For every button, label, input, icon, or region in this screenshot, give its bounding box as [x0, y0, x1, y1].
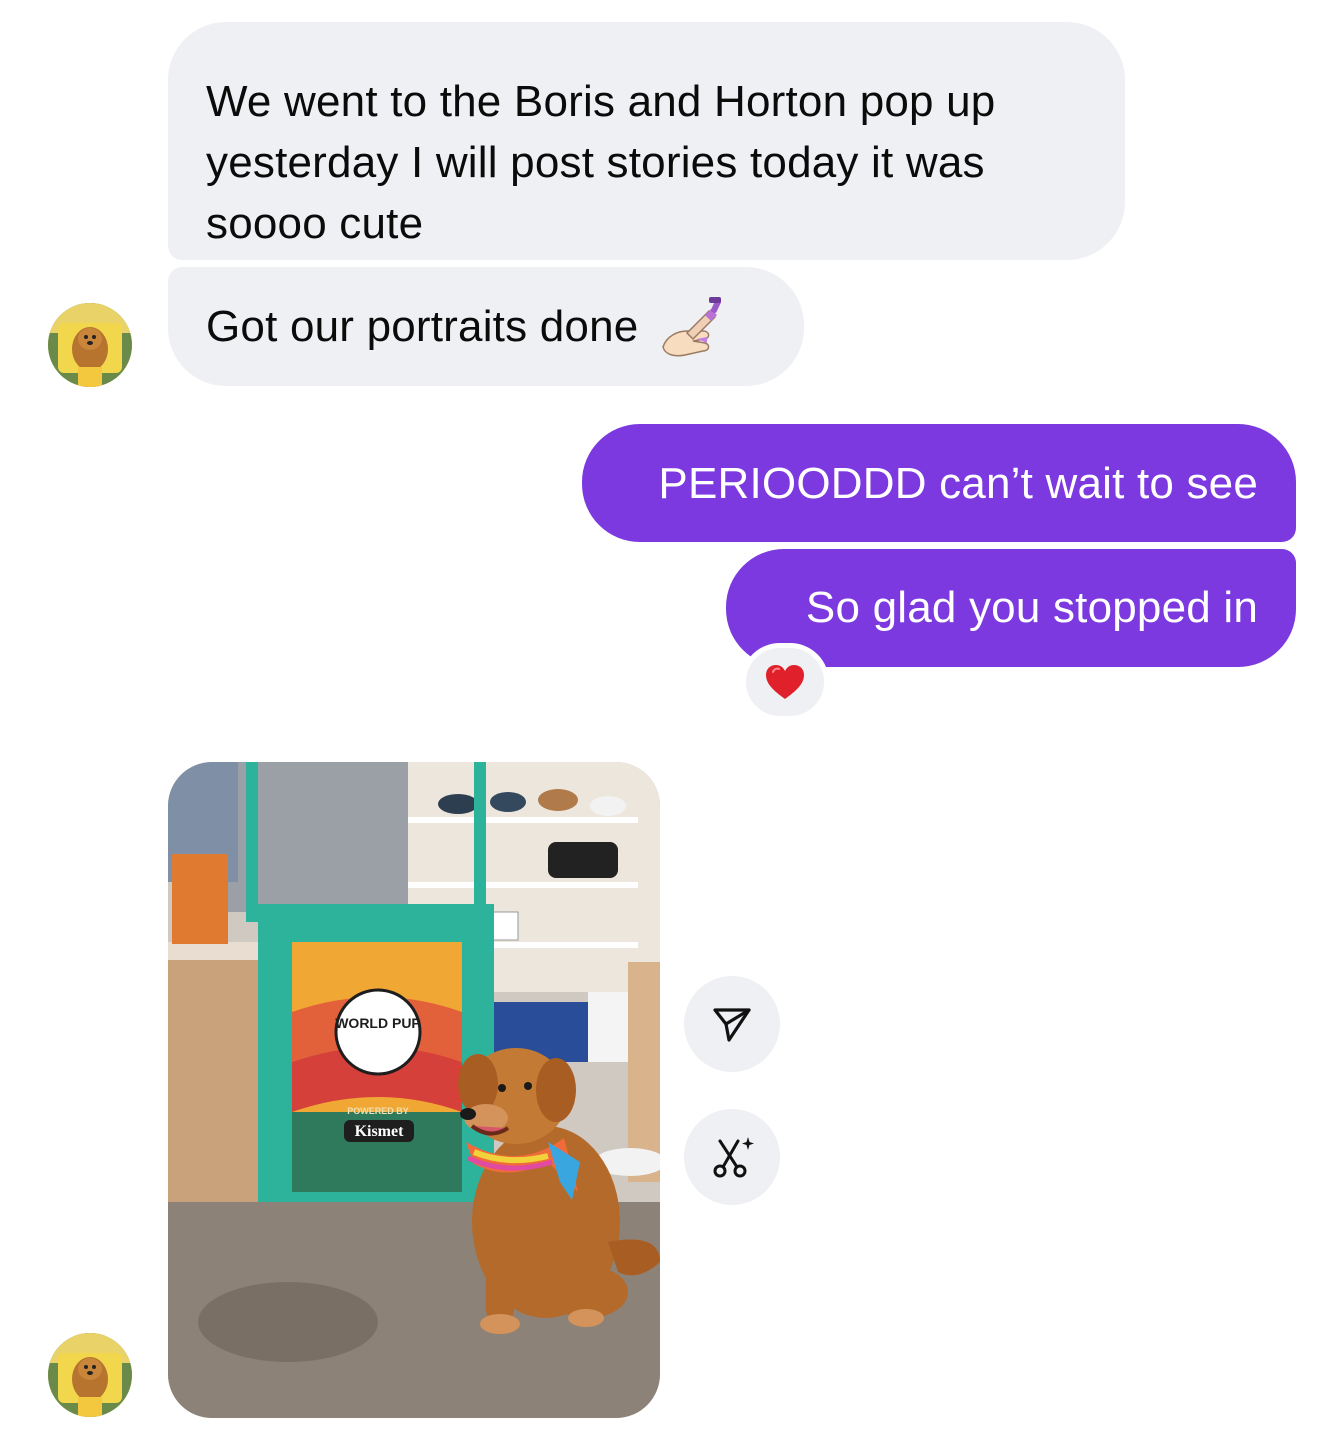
- svg-text:Kismet: Kismet: [355, 1123, 405, 1140]
- contact-avatar[interactable]: [48, 303, 132, 387]
- heart-icon: [766, 665, 804, 699]
- dog-avatar-image: [48, 303, 132, 387]
- contact-avatar[interactable]: [48, 1333, 132, 1417]
- cutout-sticker-button[interactable]: [684, 1109, 780, 1205]
- share-photo-button[interactable]: [684, 976, 780, 1072]
- svg-text:POWERED BY: POWERED BY: [347, 1106, 409, 1116]
- scissors-sparkle-icon: [713, 1137, 754, 1178]
- message-text: So glad you stopped in: [805, 583, 1258, 632]
- message-text: PERIOODDD can’t wait to see: [658, 459, 1258, 508]
- dog-avatar-image: [48, 1333, 132, 1417]
- photo-message[interactable]: WORLD PUP POWERED BY Kismet: [168, 762, 660, 1418]
- message-text: We went to the Boris and Horton pop up y…: [206, 77, 996, 248]
- heart-reaction[interactable]: [741, 643, 829, 721]
- incoming-message-bubble[interactable]: Got our portraits done: [168, 267, 804, 386]
- outgoing-message-bubble[interactable]: PERIOODDD can’t wait to see: [582, 424, 1296, 542]
- svg-text:WORLD PUP: WORLD PUP: [335, 1015, 421, 1031]
- send-icon: [713, 1008, 751, 1042]
- dog-popup-photo: WORLD PUP POWERED BY Kismet: [168, 762, 660, 1418]
- nail-polish-emoji-icon: [662, 297, 721, 357]
- message-text: Got our portraits done: [206, 302, 639, 351]
- incoming-message-bubble[interactable]: We went to the Boris and Horton pop up y…: [168, 22, 1125, 260]
